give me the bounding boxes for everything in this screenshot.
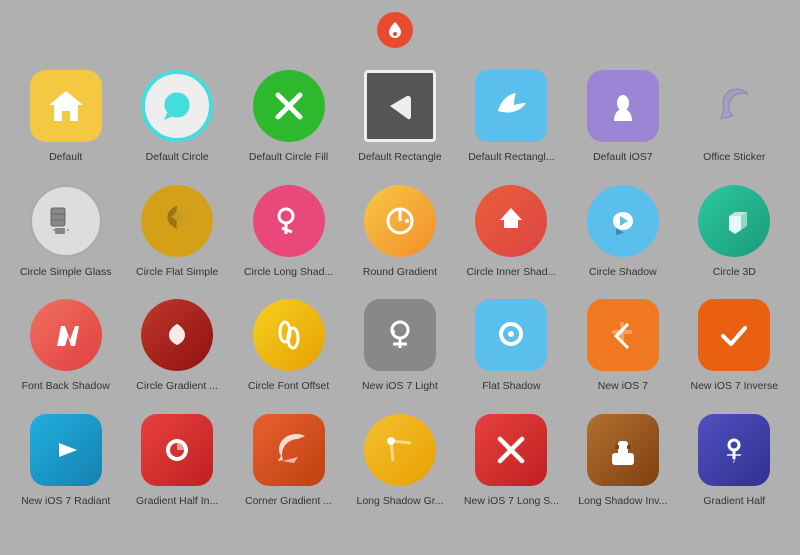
icon-circle-font-offset bbox=[249, 295, 329, 375]
icon-default-circle-fill bbox=[249, 66, 329, 146]
icon-circle-gradient bbox=[137, 295, 217, 375]
icon-label-new-ios7: New iOS 7 bbox=[598, 380, 648, 394]
svg-text:i: i bbox=[733, 456, 735, 465]
icon-label-long-shadow-inv: Long Shadow Inv... bbox=[578, 495, 667, 509]
icon-cell-corner-gradient[interactable]: Corner Gradient ... bbox=[233, 402, 344, 517]
icon-cell-long-shadow-gr[interactable]: Long Shadow Gr... bbox=[344, 402, 455, 517]
icon-default-rect bbox=[360, 66, 440, 146]
icon-cell-long-shadow-inv[interactable]: Long Shadow Inv... bbox=[567, 402, 678, 517]
icon-long-shadow-gr bbox=[360, 410, 440, 490]
icon-cell-new-ios7[interactable]: New iOS 7 bbox=[567, 287, 678, 402]
icon-cell-new-ios7-long[interactable]: New iOS 7 Long S... bbox=[456, 402, 567, 517]
icon-label-default-rect: Default Rectangle bbox=[358, 151, 441, 165]
icon-label-circle-shadow: Circle Shadow bbox=[589, 266, 657, 280]
icon-label-circle-3d: Circle 3D bbox=[713, 266, 756, 280]
icon-label-office-sticker: Office Sticker bbox=[703, 151, 765, 165]
icon-new-ios7-inverse bbox=[694, 295, 774, 375]
icon-label-new-ios7-light: New iOS 7 Light bbox=[362, 380, 438, 394]
icon-cell-new-ios7-inverse[interactable]: New iOS 7 Inverse bbox=[679, 287, 790, 402]
icon-new-ios7-radiant bbox=[26, 410, 106, 490]
icon-cell-default-rect[interactable]: Default Rectangle bbox=[344, 58, 455, 173]
header bbox=[0, 0, 800, 58]
icon-circle-3d bbox=[694, 181, 774, 261]
icon-round-gradient bbox=[360, 181, 440, 261]
icon-label-long-shadow-gr: Long Shadow Gr... bbox=[357, 495, 444, 509]
icon-circle-simple-glass bbox=[26, 181, 106, 261]
icon-default-rect2 bbox=[471, 66, 551, 146]
icon-cell-circle-gradient[interactable]: Circle Gradient ... bbox=[121, 287, 232, 402]
icon-default-ios7 bbox=[583, 66, 663, 146]
icon-corner-gradient bbox=[249, 410, 329, 490]
icon-cell-default-circle-fill[interactable]: Default Circle Fill bbox=[233, 58, 344, 173]
icon-label-circle-flat-simple: Circle Flat Simple bbox=[136, 266, 218, 280]
icon-label-new-ios7-inverse: New iOS 7 Inverse bbox=[691, 380, 779, 394]
icon-circle-shadow bbox=[583, 181, 663, 261]
icon-new-ios7-long bbox=[471, 410, 551, 490]
header-icon bbox=[377, 12, 413, 48]
icon-new-ios7-light bbox=[360, 295, 440, 375]
icon-cell-gradient-half[interactable]: i Gradient Half bbox=[679, 402, 790, 517]
icon-gradient-half-in bbox=[137, 410, 217, 490]
icon-cell-office-sticker[interactable]: Office Sticker bbox=[679, 58, 790, 173]
icon-new-ios7 bbox=[583, 295, 663, 375]
icon-label-font-back-shadow: Font Back Shadow bbox=[22, 380, 110, 394]
icon-label-round-gradient: Round Gradient bbox=[363, 266, 437, 280]
icon-label-new-ios7-radiant: New iOS 7 Radiant bbox=[21, 495, 110, 509]
icon-long-shadow-inv bbox=[583, 410, 663, 490]
icon-cell-new-ios7-light[interactable]: New iOS 7 Light bbox=[344, 287, 455, 402]
icon-cell-default-ios7[interactable]: Default iOS7 bbox=[567, 58, 678, 173]
icon-default-circle bbox=[137, 66, 217, 146]
icon-cell-circle-3d[interactable]: Circle 3D bbox=[679, 173, 790, 288]
icon-label-default-circle: Default Circle bbox=[146, 151, 209, 165]
icon-cell-default[interactable]: Default bbox=[10, 58, 121, 173]
icon-label-circle-inner-shadow: Circle Inner Shad... bbox=[466, 266, 556, 280]
icon-default bbox=[26, 66, 106, 146]
icon-cell-font-back-shadow[interactable]: Font Back Shadow bbox=[10, 287, 121, 402]
icon-cell-new-ios7-radiant[interactable]: New iOS 7 Radiant bbox=[10, 402, 121, 517]
icon-label-flat-shadow: Flat Shadow bbox=[482, 380, 540, 394]
icon-label-default-rect2: Default Rectangl... bbox=[468, 151, 554, 165]
icon-label-gradient-half-in: Gradient Half In... bbox=[136, 495, 218, 509]
icon-circle-flat-simple bbox=[137, 181, 217, 261]
icon-label-default-circle-fill: Default Circle Fill bbox=[249, 151, 328, 165]
icon-circle-inner-shadow bbox=[471, 181, 551, 261]
icon-cell-circle-font-offset[interactable]: Circle Font Offset bbox=[233, 287, 344, 402]
icon-cell-circle-simple-glass[interactable]: Circle Simple Glass bbox=[10, 173, 121, 288]
icon-cell-gradient-half-in[interactable]: Gradient Half In... bbox=[121, 402, 232, 517]
icon-label-corner-gradient: Corner Gradient ... bbox=[245, 495, 332, 509]
icon-cell-default-circle[interactable]: Default Circle bbox=[121, 58, 232, 173]
icon-font-back-shadow bbox=[26, 295, 106, 375]
icon-circle-long-shadow bbox=[249, 181, 329, 261]
icon-cell-round-gradient[interactable]: Round Gradient bbox=[344, 173, 455, 288]
icon-grid: Default Default Circle Default Circle Fill… bbox=[0, 58, 800, 517]
icon-label-default-ios7: Default iOS7 bbox=[593, 151, 653, 165]
icon-cell-flat-shadow[interactable]: Flat Shadow bbox=[456, 287, 567, 402]
icon-label-circle-simple-glass: Circle Simple Glass bbox=[20, 266, 112, 280]
icon-label-circle-font-offset: Circle Font Offset bbox=[248, 380, 330, 394]
icon-label-default: Default bbox=[49, 151, 82, 165]
icon-cell-circle-shadow[interactable]: Circle Shadow bbox=[567, 173, 678, 288]
icon-cell-circle-long-shadow[interactable]: Circle Long Shad... bbox=[233, 173, 344, 288]
icon-cell-circle-inner-shadow[interactable]: Circle Inner Shad... bbox=[456, 173, 567, 288]
icon-cell-circle-flat-simple[interactable]: Circle Flat Simple bbox=[121, 173, 232, 288]
icon-gradient-half: i bbox=[694, 410, 774, 490]
icon-flat-shadow bbox=[471, 295, 551, 375]
icon-label-new-ios7-long: New iOS 7 Long S... bbox=[464, 495, 559, 509]
icon-label-gradient-half: Gradient Half bbox=[703, 495, 765, 509]
icon-label-circle-long-shadow: Circle Long Shad... bbox=[244, 266, 333, 280]
icon-cell-default-rect2[interactable]: Default Rectangl... bbox=[456, 58, 567, 173]
icon-label-circle-gradient: Circle Gradient ... bbox=[136, 380, 218, 394]
icon-office-sticker bbox=[694, 66, 774, 146]
